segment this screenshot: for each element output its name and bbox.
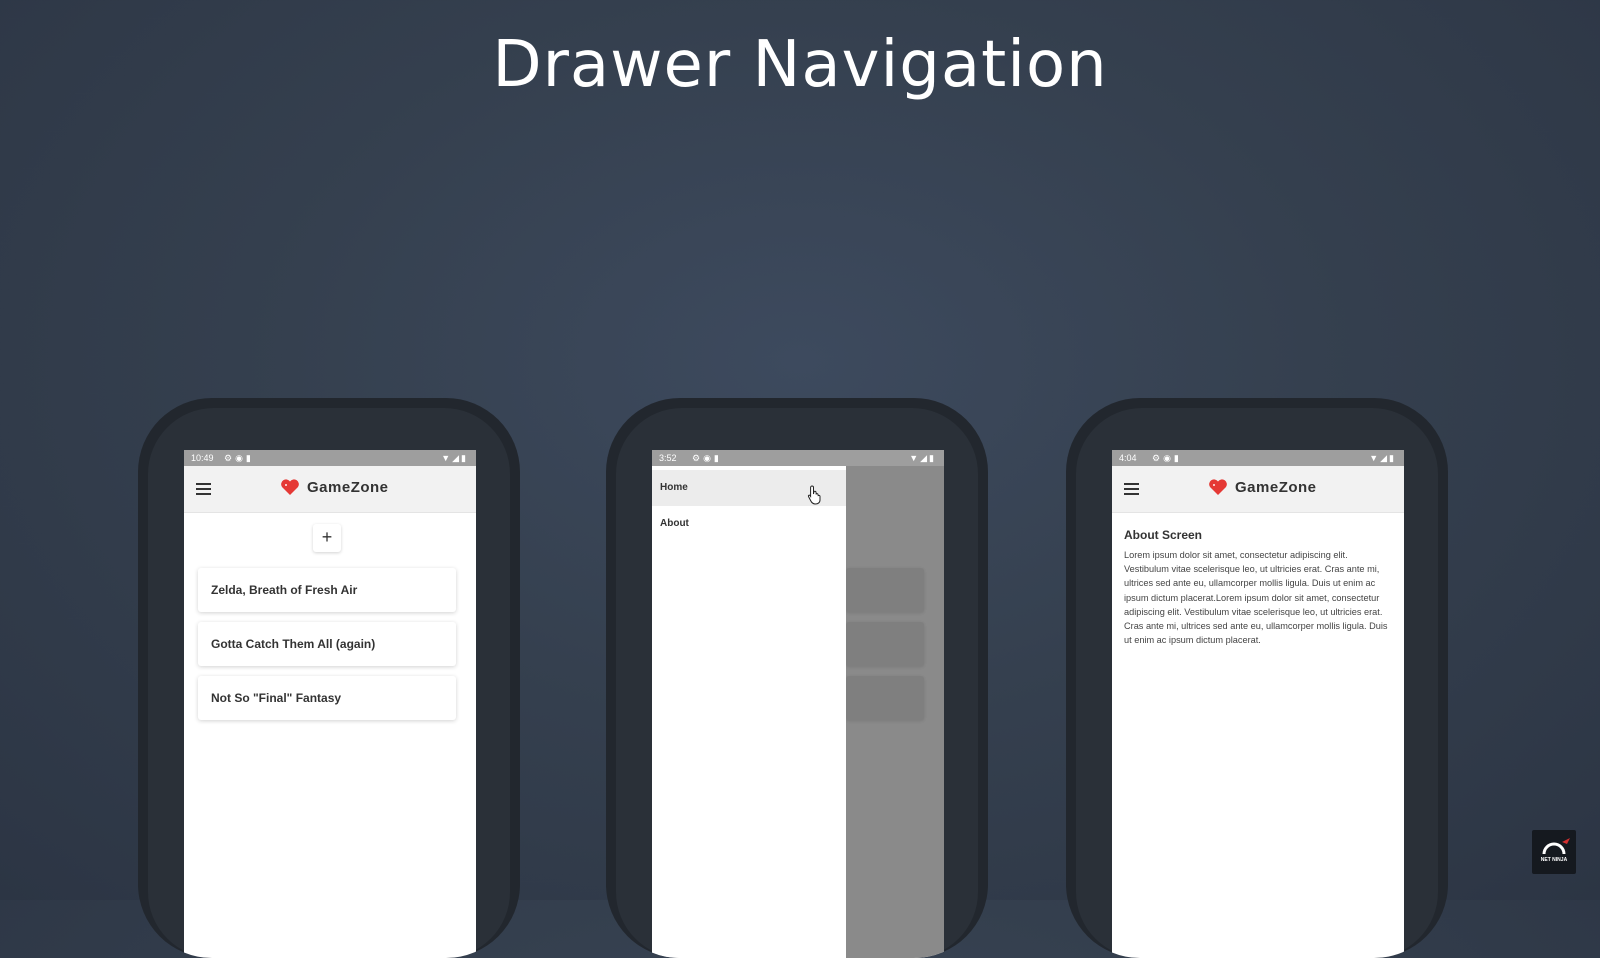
status-system-icons: ▼◢▮ bbox=[1369, 453, 1396, 463]
brand: GameZone bbox=[1208, 478, 1317, 496]
drawer-item-about[interactable]: About bbox=[652, 506, 846, 542]
status-time: 3:52 bbox=[659, 453, 677, 463]
navigation-drawer: Home About bbox=[652, 466, 846, 958]
phone-home: 10:49 ⚙◉▮ ▼◢▮ GameZone + Zelda, Breath o… bbox=[138, 398, 520, 958]
phone-about: 4:04 ⚙◉▮ ▼◢▮ GameZone About Screen Lorem… bbox=[1066, 398, 1448, 958]
about-body: Lorem ipsum dolor sit amet, consectetur … bbox=[1124, 550, 1388, 646]
heart-icon bbox=[1209, 479, 1227, 495]
status-time: 10:49 bbox=[191, 453, 214, 463]
phone-drawer: Home About 3:52 ⚙◉▮ ▼◢▮ bbox=[606, 398, 988, 958]
heart-icon bbox=[281, 479, 299, 495]
app-header: GameZone bbox=[1112, 466, 1404, 513]
menu-icon[interactable] bbox=[1124, 483, 1139, 495]
status-bar: 10:49 ⚙◉▮ ▼◢▮ bbox=[184, 450, 476, 466]
drawer-screen: Home About 3:52 ⚙◉▮ ▼◢▮ bbox=[652, 450, 944, 958]
status-notification-icons: ⚙◉▮ bbox=[692, 453, 722, 463]
status-system-icons: ▼◢▮ bbox=[909, 453, 936, 463]
home-screen: 10:49 ⚙◉▮ ▼◢▮ GameZone + Zelda, Breath o… bbox=[184, 450, 476, 958]
dimmed-review-card bbox=[846, 568, 924, 612]
app-header: GameZone bbox=[184, 466, 476, 513]
menu-icon[interactable] bbox=[196, 483, 211, 495]
about-screen: 4:04 ⚙◉▮ ▼◢▮ GameZone About Screen Lorem… bbox=[1112, 450, 1404, 958]
status-bar: 3:52 ⚙◉▮ ▼◢▮ bbox=[652, 450, 944, 466]
dimmed-review-card bbox=[846, 622, 924, 666]
review-card[interactable]: Not So "Final" Fantasy bbox=[198, 676, 456, 720]
status-time: 4:04 bbox=[1119, 453, 1137, 463]
brand: GameZone bbox=[280, 478, 389, 496]
add-review-button[interactable]: + bbox=[313, 524, 341, 552]
about-title: About Screen bbox=[1124, 528, 1203, 542]
review-card[interactable]: Gotta Catch Them All (again) bbox=[198, 622, 456, 666]
slide-title: Drawer Navigation bbox=[492, 28, 1108, 102]
ninja-icon bbox=[1542, 838, 1570, 855]
status-notification-icons: ⚙◉▮ bbox=[224, 453, 254, 463]
hand-cursor-icon bbox=[807, 485, 821, 505]
logo-text: NET NINJA bbox=[1540, 857, 1568, 863]
status-bar: 4:04 ⚙◉▮ ▼◢▮ bbox=[1112, 450, 1404, 466]
review-card[interactable]: Zelda, Breath of Fresh Air bbox=[198, 568, 456, 612]
net-ninja-logo: NET NINJA bbox=[1532, 830, 1576, 874]
status-notification-icons: ⚙◉▮ bbox=[1152, 453, 1182, 463]
dimmed-review-card bbox=[846, 676, 924, 720]
status-system-icons: ▼◢▮ bbox=[441, 453, 468, 463]
brand-name: GameZone bbox=[1235, 478, 1317, 496]
brand-name: GameZone bbox=[307, 478, 389, 496]
drawer-overlay[interactable] bbox=[846, 450, 944, 958]
